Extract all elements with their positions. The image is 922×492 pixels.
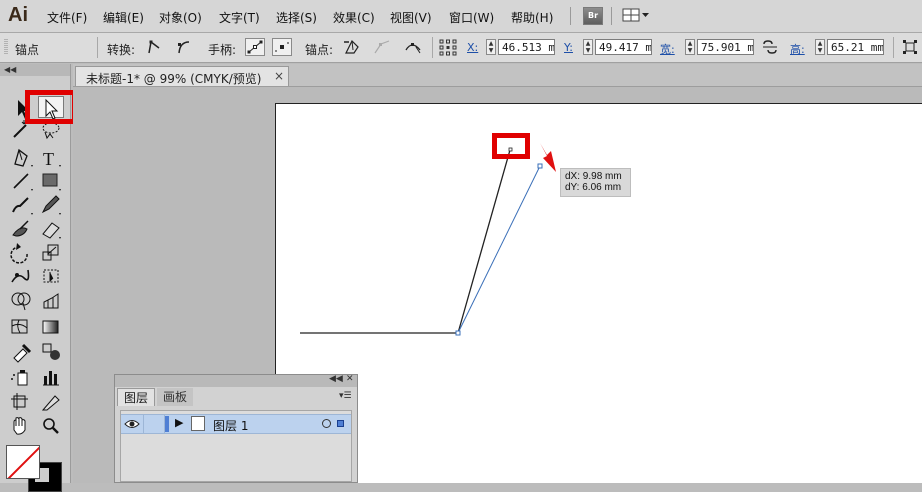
tooltip-dx: dX: 9.98 mm [565,171,622,182]
layer-thumbnail [191,416,205,431]
collapse-panel-icon[interactable]: ◀◀ [329,374,343,384]
layers-panel: ◀◀ ✕ 图层 画板 ▾☰ ▶ 图层 1 [114,374,358,483]
anchor-point-original [508,147,513,152]
lock-toggle[interactable] [143,415,165,433]
layer-name[interactable]: 图层 1 [213,417,248,434]
panel-menu-icon[interactable]: ▾☰ [339,391,352,401]
layer-row[interactable]: ▶ 图层 1 [121,414,351,434]
close-panel-icon[interactable]: ✕ [346,374,354,384]
visibility-eye-icon[interactable] [124,418,140,430]
anchor-highlight-box [492,133,530,159]
expand-triangle-icon[interactable]: ▶ [175,416,183,429]
anchor-point-corner[interactable] [455,330,461,336]
path-segment-original[interactable] [457,149,511,334]
tab-layers[interactable]: 图层 [117,388,156,406]
layer-list: ▶ 图层 1 [120,410,352,482]
tab-artboards[interactable]: 画板 [157,388,194,406]
layer-selected-indicator[interactable] [337,420,344,427]
tooltip-dy: dY: 6.06 mm [565,182,622,193]
layers-panel-titlebar[interactable]: ◀◀ ✕ [115,374,357,387]
layer-target-icon[interactable] [322,419,331,428]
move-delta-tooltip: dX: 9.98 mm dY: 6.06 mm [560,168,631,197]
anchor-point-dragged[interactable] [537,163,543,169]
layer-color-indicator [165,416,169,432]
